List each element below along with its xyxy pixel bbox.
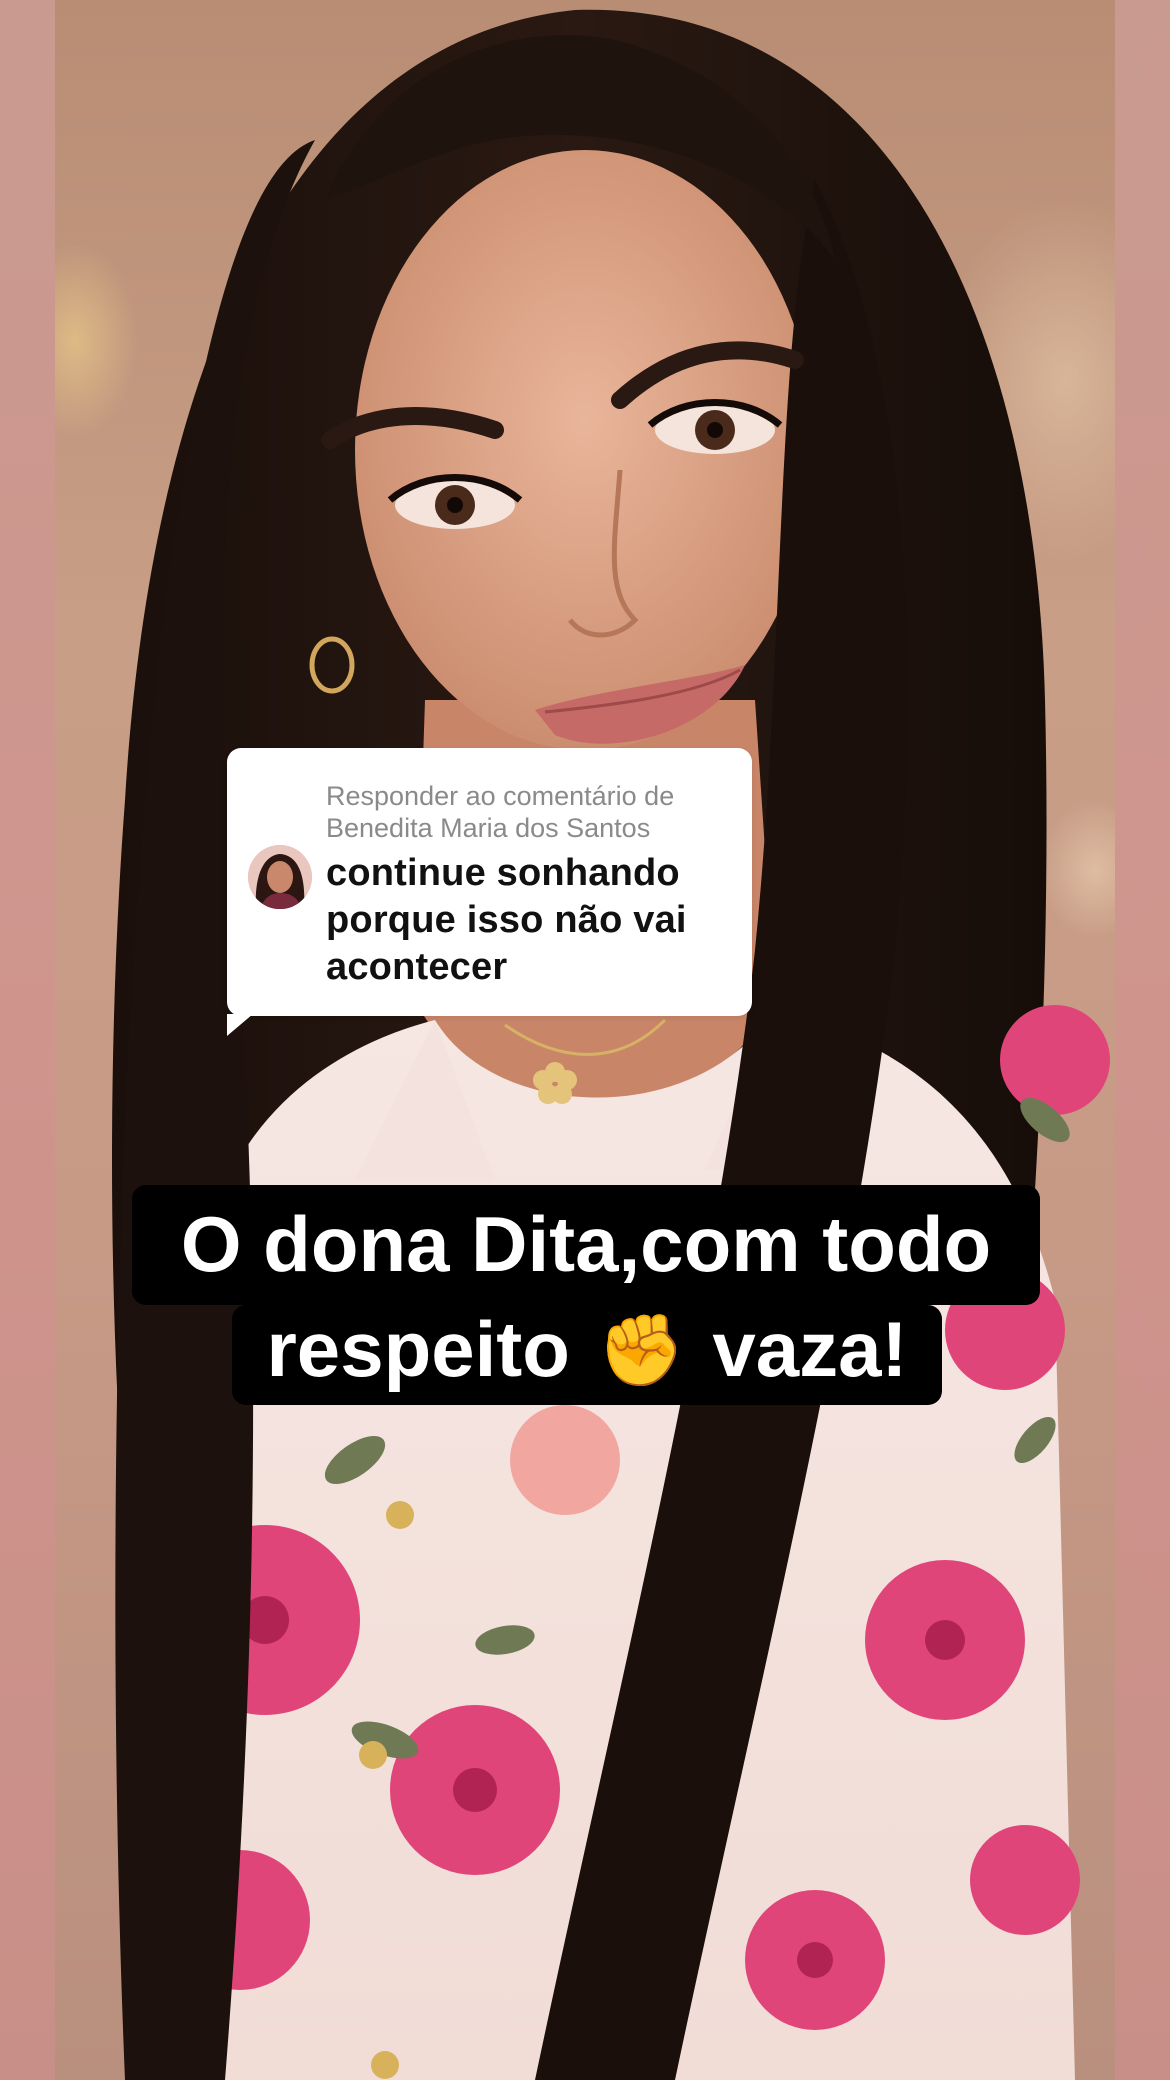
- avatar-image: [248, 845, 312, 909]
- caption-line-1: O dona Dita,com todo: [132, 1185, 1040, 1305]
- bubble-tail: [227, 1014, 253, 1036]
- reply-comment-text: continue sonhando porque isso não vai ac…: [326, 852, 687, 988]
- caption-line-2-after: vaza!: [712, 1305, 908, 1393]
- reply-header: Responder ao comentário de Benedita Mari…: [326, 781, 675, 843]
- reply-comment-bubble[interactable]: Responder ao comentário de Benedita Mari…: [227, 748, 752, 1036]
- right-side-band: [1115, 0, 1170, 2080]
- portrait-illustration: [112, 9, 1110, 2080]
- caption-line-2-before: respeito: [266, 1305, 570, 1393]
- left-side-band: [0, 0, 55, 2080]
- raised-fist-icon: ✊: [597, 1311, 685, 1389]
- caption-line-2: respeito ✊ vaza!: [232, 1305, 942, 1405]
- commenter-avatar[interactable]: [248, 845, 312, 909]
- caption-line-1-text: O dona Dita,com todo: [180, 1200, 992, 1288]
- video-background-photo: [55, 0, 1115, 2080]
